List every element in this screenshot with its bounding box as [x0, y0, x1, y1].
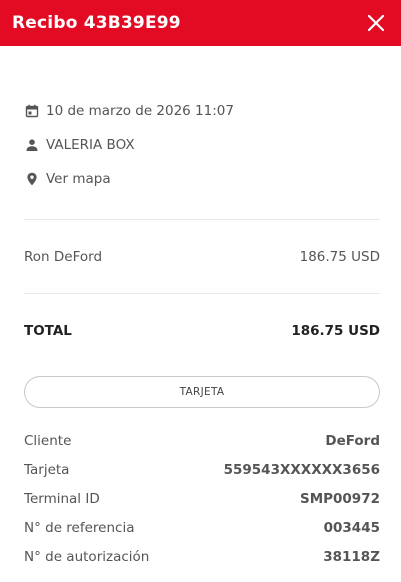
- line-item-name: Ron DeFord: [24, 248, 103, 265]
- close-icon[interactable]: [365, 12, 387, 34]
- user-name: VALERIA BOX: [46, 137, 135, 153]
- total-label: TOTAL: [24, 322, 72, 339]
- receipt-meta: 10 de marzo de 2026 11:07 VALERIA BOX Ve…: [24, 46, 380, 196]
- detail-value: 003445: [323, 519, 380, 536]
- total-row: TOTAL 186.75 USD: [24, 294, 380, 367]
- line-item: Ron DeFord 186.75 USD: [24, 220, 380, 293]
- location-pin-icon: [24, 171, 40, 187]
- receipt-header: Recibo 43B39E99: [0, 0, 401, 46]
- calendar-icon: [24, 103, 40, 119]
- total-amount: 186.75 USD: [291, 322, 380, 339]
- detail-label: Cliente: [24, 432, 72, 449]
- detail-value: 559543XXXXXX3656: [223, 461, 380, 478]
- payment-details: Cliente DeFord Tarjeta 559543XXXXXX3656 …: [24, 426, 380, 571]
- date-row: 10 de marzo de 2026 11:07: [24, 94, 380, 128]
- detail-label: N° de autorización: [24, 548, 150, 565]
- detail-row-client: Cliente DeFord: [24, 426, 380, 455]
- detail-label: Terminal ID: [24, 490, 100, 507]
- receipt-title: Recibo 43B39E99: [12, 13, 181, 33]
- view-map-label[interactable]: Ver mapa: [46, 171, 111, 187]
- detail-row-reference: N° de referencia 003445: [24, 513, 380, 542]
- detail-value: 38118Z: [323, 548, 380, 565]
- payment-method-button[interactable]: TARJETA: [24, 376, 380, 408]
- line-item-amount: 186.75 USD: [299, 248, 380, 265]
- detail-label: Tarjeta: [24, 461, 70, 478]
- detail-value: SMP00972: [299, 490, 380, 507]
- detail-label: N° de referencia: [24, 519, 135, 536]
- detail-row-terminal: Terminal ID SMP00972: [24, 484, 380, 513]
- view-map-link[interactable]: Ver mapa: [24, 162, 380, 196]
- user-row: VALERIA BOX: [24, 128, 380, 162]
- receipt-date: 10 de marzo de 2026 11:07: [46, 103, 234, 119]
- detail-row-card: Tarjeta 559543XXXXXX3656: [24, 455, 380, 484]
- person-icon: [24, 137, 40, 153]
- detail-value: DeFord: [325, 432, 380, 449]
- detail-row-authorization: N° de autorización 38118Z: [24, 542, 380, 571]
